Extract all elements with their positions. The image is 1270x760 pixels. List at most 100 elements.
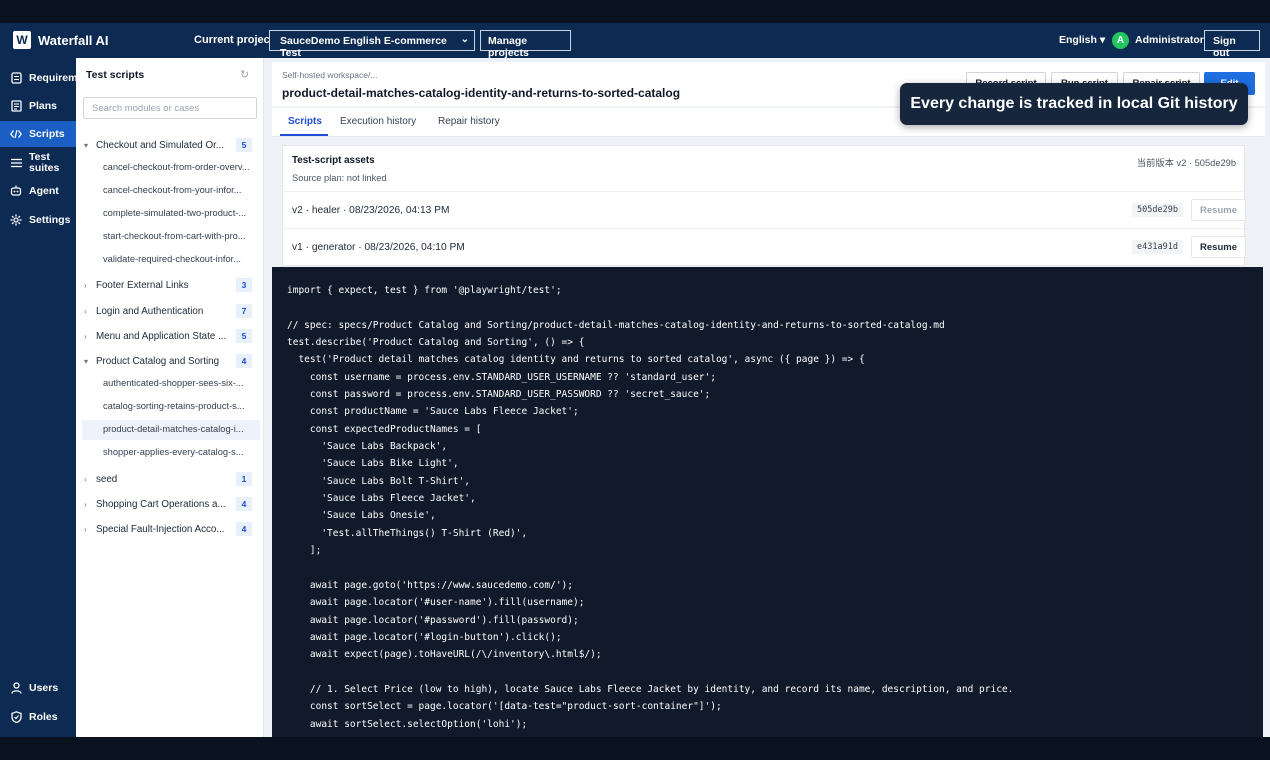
tree-group[interactable]: › Special Fault-Injection Acco... 4: [84, 519, 260, 539]
breadcrumb[interactable]: Self-hosted workspace/...: [282, 70, 377, 80]
version-info: v1 · generator · 08/23/2026, 04:10 PM: [292, 242, 465, 253]
resume-button[interactable]: Resume: [1191, 199, 1246, 221]
nav-item-label: Agent: [29, 185, 59, 197]
nav-item-roles[interactable]: Roles: [0, 704, 76, 730]
search-input[interactable]: Search modules or cases: [83, 97, 257, 119]
count-badge: 4: [236, 354, 252, 368]
version-row: v1 · generator · 08/23/2026, 04:10 PM e4…: [283, 228, 1246, 265]
tree-item[interactable]: complete-simulated-two-product-...: [82, 204, 260, 224]
tree-group[interactable]: › seed 1: [84, 469, 260, 489]
script-tree-panel: Test scripts ↻ Search modules or cases ▾…: [76, 58, 264, 737]
nav-item-users[interactable]: Users: [0, 675, 76, 701]
manage-projects-button[interactable]: Manage projects: [480, 30, 571, 59]
tree-item[interactable]: start-checkout-from-cart-with-pro...: [82, 227, 260, 247]
caret-right-icon: ›: [84, 306, 87, 316]
count-badge: 7: [236, 304, 252, 318]
count-badge: 3: [236, 278, 252, 292]
resume-button[interactable]: Resume: [1191, 236, 1246, 258]
assets-title: Test-script assets: [292, 155, 375, 166]
current-version: 当前版本 v2 · 505de29b: [1136, 158, 1236, 168]
code-editor[interactable]: import { expect, test } from '@playwrigh…: [272, 267, 1263, 737]
caret-right-icon: ›: [84, 331, 87, 341]
tab-execution-history[interactable]: Execution history: [340, 116, 416, 127]
code-icon: [10, 128, 22, 140]
tree-group[interactable]: ▾ Checkout and Simulated Or... 5: [84, 135, 260, 155]
code-content: import { expect, test } from '@playwrigh…: [287, 285, 1014, 730]
refresh-icon[interactable]: ↻: [240, 68, 249, 81]
tree-item[interactable]: shopper-applies-every-catalog-s...: [82, 443, 260, 463]
group-name: Login and Authentication: [96, 305, 204, 317]
plan-icon: [10, 100, 22, 112]
nav-item-scripts[interactable]: Scripts: [0, 121, 76, 147]
nav-item-label: Scripts: [29, 128, 65, 140]
avatar[interactable]: A: [1112, 32, 1129, 49]
file-icon: [10, 72, 22, 84]
caret-down-icon: ▾: [84, 140, 89, 150]
nav-item-requirements[interactable]: Requirements: [0, 65, 76, 91]
chevron-down-icon: ⌄: [460, 34, 469, 45]
nav-item-label: Requirements: [29, 72, 76, 84]
script-assets-card: Test-script assets Source plan: not link…: [282, 145, 1246, 266]
current-project-label: Current project: [194, 34, 274, 46]
source-plan: Source plan: not linked: [292, 173, 387, 183]
nav-item-label: Plans: [29, 100, 58, 112]
tree-item[interactable]: authenticated-shopper-sees-six-...: [82, 374, 260, 394]
bottom-backdrop: [0, 737, 1270, 760]
nav-item-settings[interactable]: Settings: [0, 207, 76, 233]
caret-right-icon: ›: [84, 280, 87, 290]
top-bar: W Waterfall AI Current project SauceDemo…: [0, 23, 1270, 59]
tree-item[interactable]: cancel-checkout-from-order-overv...: [82, 158, 260, 178]
nav-item-label: Roles: [29, 711, 58, 723]
group-name: Footer External Links: [96, 279, 189, 291]
language-select[interactable]: English ▾: [1059, 34, 1105, 46]
project-select[interactable]: SauceDemo English E-commerce Test ⌄: [269, 30, 475, 59]
tree-group[interactable]: › Shopping Cart Operations a... 4: [84, 494, 260, 514]
version-info: v2 · healer · 08/23/2026, 04:13 PM: [292, 205, 450, 216]
nav-item-test-suites[interactable]: Test suites: [0, 150, 76, 176]
tree-group[interactable]: › Footer External Links 3: [84, 275, 260, 295]
nav-item-label: Settings: [29, 214, 71, 226]
count-badge: 4: [236, 497, 252, 511]
group-name: Checkout and Simulated Or...: [96, 139, 224, 151]
app-name: Waterfall AI: [38, 33, 109, 48]
nav-item-plans[interactable]: Plans: [0, 93, 76, 119]
group-name: Shopping Cart Operations a...: [96, 498, 226, 510]
project-select-value: SauceDemo English E-commerce Test: [280, 35, 447, 59]
count-badge: 5: [236, 329, 252, 343]
tree-item[interactable]: catalog-sorting-retains-product-s...: [82, 397, 260, 417]
sign-out-button[interactable]: Sign out: [1204, 30, 1260, 59]
nav-item-label: Test suites: [29, 151, 60, 174]
tree-item[interactable]: cancel-checkout-from-your-infor...: [82, 181, 260, 201]
user-name[interactable]: Administrator: [1135, 34, 1204, 46]
count-badge: 1: [236, 472, 252, 486]
caret-down-icon: ▾: [84, 356, 89, 366]
count-badge: 4: [236, 522, 252, 536]
nav-item-label: Users: [29, 682, 59, 694]
side-nav: Requirements Plans Scripts Test suites A…: [0, 58, 76, 737]
gear-icon: [10, 214, 22, 226]
nav-item-agent[interactable]: Agent: [0, 178, 76, 204]
group-name: Product Catalog and Sorting: [96, 355, 220, 367]
tree-group[interactable]: ▾ Product Catalog and Sorting 4: [84, 351, 260, 371]
caret-right-icon: ›: [84, 499, 87, 509]
tab-scripts[interactable]: Scripts: [288, 116, 322, 127]
tree-item-selected[interactable]: product-detail-matches-catalog-i...: [82, 420, 260, 440]
top-backdrop: [0, 0, 1270, 23]
caret-right-icon: ›: [84, 474, 87, 484]
page-title: product-detail-matches-catalog-identity-…: [282, 86, 681, 100]
commit-hash: e431a91d: [1132, 240, 1183, 254]
panel-title: Test scripts: [86, 69, 145, 81]
count-badge: 5: [236, 138, 252, 152]
user-icon: [10, 682, 22, 694]
tree-item[interactable]: validate-required-checkout-infor...: [82, 250, 260, 270]
tab-repair-history[interactable]: Repair history: [438, 116, 500, 127]
app-logo: W: [13, 31, 31, 49]
group-name: Special Fault-Injection Acco...: [96, 523, 225, 535]
tree-group[interactable]: › Login and Authentication 7: [84, 301, 260, 321]
main-panel: Self-hosted workspace/... product-detail…: [264, 58, 1270, 737]
version-row: v2 · healer · 08/23/2026, 04:13 PM 505de…: [283, 191, 1246, 228]
shield-icon: [10, 711, 22, 723]
tree-group[interactable]: › Menu and Application State ... 5: [84, 326, 260, 346]
robot-icon: [10, 185, 22, 197]
caret-right-icon: ›: [84, 524, 87, 534]
